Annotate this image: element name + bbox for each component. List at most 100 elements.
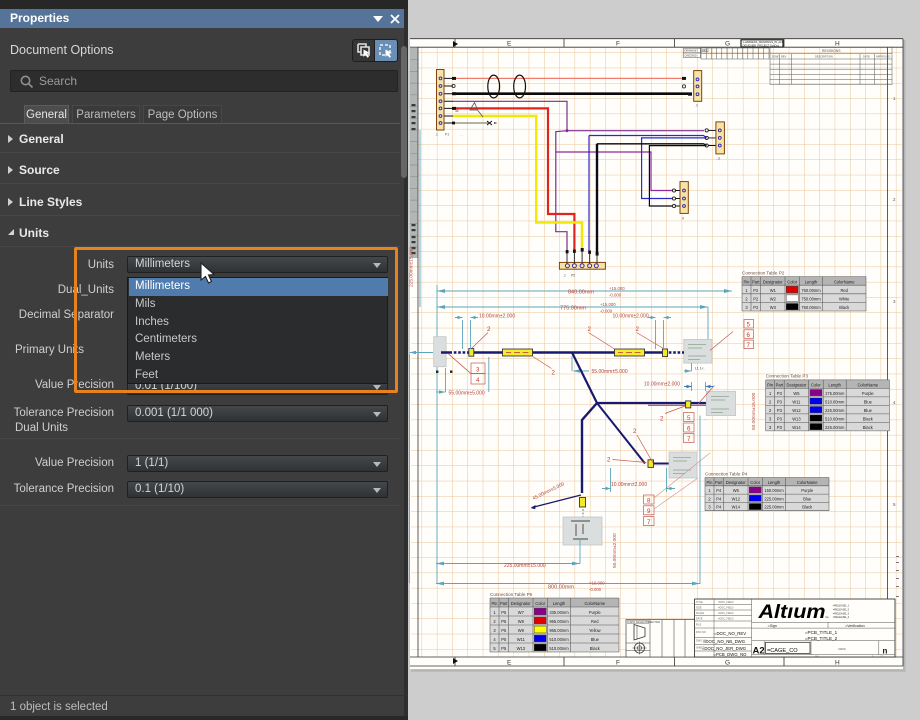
svg-text:Length: Length	[553, 601, 566, 606]
svg-text:H: H	[835, 659, 840, 666]
svg-text:Color: Color	[787, 279, 797, 284]
svg-text:P4: P4	[716, 488, 722, 493]
svg-text:Designator: Designator	[786, 383, 806, 388]
svg-text:White: White	[839, 296, 850, 301]
svg-text:Length: Length	[805, 279, 818, 284]
svg-text:-0.000: -0.000	[600, 309, 613, 314]
svg-text:P3: P3	[777, 408, 783, 413]
svg-text:REV: REV	[781, 54, 787, 58]
svg-text:W14: W14	[792, 425, 801, 430]
svg-text:50.00mm±2.000: 50.00mm±2.000	[612, 533, 618, 568]
svg-text:225.00mm: 225.00mm	[764, 505, 784, 510]
svg-text:+15.000: +15.000	[609, 286, 625, 291]
svg-text:510.00mm: 510.00mm	[549, 646, 569, 651]
svg-text:DATE: DATE	[696, 618, 703, 621]
svg-text:Part: Part	[776, 383, 784, 388]
svg-text:800.00mm: 800.00mm	[548, 585, 574, 591]
svg-text:Purple: Purple	[589, 610, 602, 615]
svg-text:2: 2	[607, 457, 611, 464]
svg-text:Blue: Blue	[864, 399, 873, 404]
svg-text:Color: Color	[535, 601, 545, 606]
svg-text:Black: Black	[863, 416, 874, 421]
svg-text:10.00mm±2.000: 10.00mm±2.000	[479, 314, 515, 320]
svg-text:=DOC_NO_NB_DWG: =DOC_NO_NB_DWG	[703, 639, 746, 644]
svg-text:225.00mm: 225.00mm	[825, 408, 845, 413]
svg-text:DESIGNER_PROJECT.SchDoc: DESIGNER_PROJECT.SchDoc	[743, 43, 780, 47]
svg-text:Connection Table P5: Connection Table P5	[490, 592, 533, 597]
svg-text:10.00mm±2.000: 10.00mm±2.000	[611, 482, 647, 488]
svg-text:FIRST ANGLE PROJECTION: FIRST ANGLE PROJECTION	[629, 621, 661, 624]
svg-text:REVISIONS: REVISIONS	[822, 49, 841, 53]
svg-text:225.00mm±15.000: 225.00mm±15.000	[504, 563, 546, 569]
svg-text:34: 34	[455, 109, 459, 113]
svg-text:=DOC_FIELD: =DOC_FIELD	[718, 607, 734, 610]
svg-text:ZONE: ZONE	[772, 54, 779, 58]
svg-text:Pin: Pin	[767, 383, 774, 388]
svg-text:Part: Part	[752, 279, 760, 284]
svg-text:P3: P3	[777, 391, 783, 396]
svg-text:P2: P2	[753, 305, 759, 310]
svg-text:SCALE: SCALE	[696, 612, 705, 615]
svg-text:Length: Length	[768, 480, 781, 485]
svg-text:E: E	[507, 659, 512, 666]
svg-text:W13: W13	[517, 646, 526, 651]
svg-text:Yellow: Yellow	[589, 628, 601, 633]
svg-text:750.00mm: 750.00mm	[801, 288, 821, 293]
svg-text:Connection Table P2: Connection Table P2	[742, 270, 785, 275]
svg-text:.1: .1	[563, 274, 566, 278]
svg-text:6: 6	[687, 425, 691, 432]
svg-text:P2: P2	[753, 288, 759, 293]
svg-text:Part: Part	[500, 601, 508, 606]
svg-text:2: 2	[633, 428, 637, 435]
svg-text:P5: P5	[501, 628, 507, 633]
svg-text:8: 8	[647, 497, 651, 504]
svg-text:P1: P1	[445, 133, 449, 137]
svg-text:840.00mm: 840.00mm	[568, 290, 594, 296]
svg-text:P3: P3	[777, 399, 783, 404]
svg-text:Red: Red	[840, 288, 848, 293]
svg-text:7: 7	[647, 519, 651, 526]
svg-text:2: 2	[660, 416, 664, 423]
svg-text:DRAWN BY: DRAWN BY	[685, 50, 699, 53]
svg-text:P4: P4	[716, 505, 722, 510]
svg-text:. .: . .	[460, 133, 463, 137]
svg-text:50.00mm±15.000: 50.00mm±15.000	[751, 392, 757, 430]
svg-text:W9: W9	[518, 628, 525, 633]
svg-text:W12: W12	[732, 496, 741, 501]
svg-text:=CAGE_CO: =CAGE_CO	[767, 648, 798, 654]
svg-text:=Verification: =Verification	[845, 624, 865, 628]
svg-text:E: E	[507, 41, 512, 48]
svg-text:Purple: Purple	[862, 391, 875, 396]
svg-text:P5: P5	[571, 274, 575, 278]
svg-text:H: H	[835, 41, 840, 48]
svg-text:Pin: Pin	[707, 480, 714, 485]
svg-text:=RELEASE_4: =RELEASE_4	[833, 615, 850, 619]
svg-text:ColorName: ColorName	[584, 601, 605, 606]
svg-text:775.00mm: 775.00mm	[560, 306, 586, 312]
svg-text:=RELEASE_1: =RELEASE_1	[833, 604, 850, 608]
svg-text:510.00mm: 510.00mm	[825, 399, 845, 404]
svg-text:3: 3	[476, 367, 480, 374]
svg-text:P5: P5	[501, 619, 507, 624]
svg-text:10.00mm±2.000: 10.00mm±2.000	[644, 382, 680, 388]
svg-text:7: 7	[747, 342, 751, 349]
svg-text:.3: .3	[717, 157, 720, 161]
svg-text:DESCRIPTION: DESCRIPTION	[815, 54, 833, 58]
svg-text:Connection Table P3: Connection Table P3	[766, 374, 809, 379]
svg-text:P5: P5	[501, 610, 507, 615]
svg-text:W14: W14	[732, 505, 741, 510]
svg-text:=RELEASE_2: =RELEASE_2	[833, 608, 850, 612]
svg-text:P3: P3	[777, 416, 783, 421]
svg-text:=RELEASE_3: =RELEASE_3	[833, 612, 850, 616]
svg-text:.4: .4	[681, 217, 684, 221]
svg-text:APPROVED: APPROVED	[876, 54, 891, 58]
svg-text:10.00mm±2.000: 10.00mm±2.000	[613, 314, 649, 320]
svg-text:=DOC_NO_REV: =DOC_NO_REV	[714, 631, 746, 636]
svg-text:G: G	[725, 41, 730, 48]
svg-text:TITLE: TITLE	[696, 601, 703, 604]
svg-text:. .: . .	[704, 417, 707, 421]
svg-text:=PCB_DWG_NO: =PCB_DWG_NO	[713, 652, 747, 657]
svg-text:Designator: Designator	[726, 480, 746, 485]
svg-text:P3: P3	[777, 425, 783, 430]
svg-text:150.00mm: 150.00mm	[764, 488, 784, 493]
